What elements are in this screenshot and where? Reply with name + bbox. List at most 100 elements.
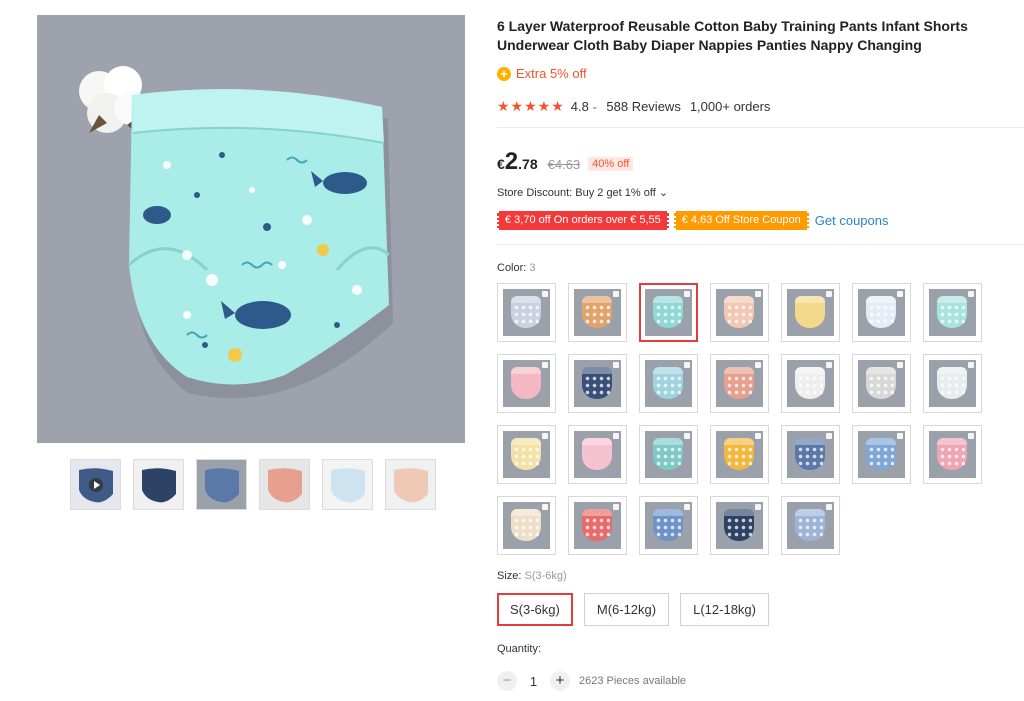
reviews-link[interactable]: 588 Reviews — [606, 99, 680, 114]
color-swatch[interactable] — [710, 354, 769, 413]
color-swatch[interactable] — [639, 496, 698, 555]
price-whole: 2 — [504, 148, 519, 175]
product-photo — [37, 15, 465, 443]
gallery-thumbnail[interactable] — [196, 459, 247, 510]
color-label-text: Color: — [497, 262, 530, 274]
color-swatch[interactable] — [568, 283, 627, 342]
swatch-image — [716, 502, 763, 549]
color-swatch[interactable] — [781, 354, 840, 413]
color-swatch[interactable] — [710, 496, 769, 555]
swatch-image — [645, 360, 692, 407]
color-swatch[interactable] — [497, 354, 556, 413]
color-swatch[interactable] — [710, 283, 769, 342]
color-swatch[interactable] — [639, 425, 698, 484]
color-swatch[interactable] — [639, 354, 698, 413]
video-thumbnail-icon — [79, 468, 113, 503]
color-label: Color: 3 — [497, 262, 536, 274]
quantity-value[interactable]: 1 — [517, 674, 550, 689]
size-option-button[interactable]: L(12-18kg) — [680, 593, 769, 626]
color-swatch[interactable] — [639, 283, 698, 342]
color-swatch-grid — [497, 283, 997, 555]
swatch-image — [787, 289, 834, 336]
gallery-thumbnail[interactable] — [259, 459, 310, 510]
swatch-image — [787, 502, 834, 549]
orders-count: 1,000+ orders — [689, 99, 771, 114]
plus-circle-icon: + — [497, 66, 511, 81]
gallery-thumbnail[interactable] — [133, 459, 184, 510]
quantity-decrease-button[interactable]: − — [497, 671, 517, 691]
swatch-image — [503, 502, 550, 549]
swatch-image — [574, 431, 621, 478]
pieces-available: 2623 Pieces available — [579, 675, 687, 687]
color-swatch[interactable] — [923, 354, 982, 413]
coupon-orders-over[interactable]: € 3,70 off On orders over € 5,55 — [497, 211, 669, 230]
divider — [497, 127, 1024, 128]
swatch-image — [929, 289, 976, 336]
size-label: Size: S(3-6kg) — [497, 570, 567, 582]
size-selected-value: S(3-6kg) — [524, 570, 567, 582]
star-rating-icon: ★★★★★ — [497, 98, 565, 114]
color-selected-value: 3 — [529, 262, 536, 274]
color-swatch[interactable] — [923, 283, 982, 342]
swatch-image — [645, 431, 692, 478]
color-swatch[interactable] — [497, 425, 556, 484]
extra-discount-text: Extra 5% off — [516, 66, 587, 81]
color-swatch[interactable] — [568, 496, 627, 555]
swatch-image — [503, 289, 550, 336]
gallery-thumbnail[interactable] — [322, 459, 373, 510]
price-row: € 2 .78 €4.63 40% off — [497, 148, 634, 176]
swatch-image — [645, 502, 692, 549]
store-discount[interactable]: Store Discount: Buy 2 get 1% off ⌄ — [497, 186, 668, 199]
chevron-down-icon[interactable]: ⌄ — [591, 101, 599, 112]
color-swatch[interactable] — [923, 425, 982, 484]
product-thumbnail-image — [394, 468, 428, 503]
gallery-thumbnail[interactable] — [385, 459, 436, 510]
color-swatch[interactable] — [497, 496, 556, 555]
swatch-image — [858, 289, 905, 336]
gallery-thumbnail[interactable] — [70, 459, 121, 510]
swatch-image — [574, 289, 621, 336]
swatch-image — [929, 431, 976, 478]
quantity-increase-button[interactable]: + — [550, 671, 570, 691]
swatch-image — [645, 289, 692, 336]
coupon-row: € 3,70 off On orders over € 5,55 € 4,63 … — [497, 211, 889, 230]
product-title: 6 Layer Waterproof Reusable Cotton Baby … — [497, 18, 968, 53]
swatch-image — [574, 360, 621, 407]
get-coupons-link[interactable]: Get coupons — [815, 213, 889, 228]
size-label-text: Size: — [497, 570, 525, 582]
rating-value[interactable]: 4.8 — [571, 99, 589, 114]
product-thumbnail-image — [268, 468, 302, 503]
swatch-image — [574, 502, 621, 549]
thumbnail-strip — [70, 459, 436, 510]
swatch-image — [858, 360, 905, 407]
swatch-image — [716, 360, 763, 407]
color-swatch[interactable] — [781, 283, 840, 342]
color-swatch[interactable] — [781, 425, 840, 484]
size-option-button[interactable]: S(3-6kg) — [497, 593, 573, 626]
main-product-image[interactable] — [37, 15, 465, 443]
original-price: €4.63 — [547, 157, 581, 172]
size-option-button[interactable]: M(6-12kg) — [583, 593, 670, 626]
color-swatch[interactable] — [781, 496, 840, 555]
color-swatch[interactable] — [568, 354, 627, 413]
divider — [497, 244, 1024, 245]
rating-row: ★★★★★ 4.8 ⌄ 588 Reviews 1,000+ orders — [497, 98, 770, 115]
color-swatch[interactable] — [497, 283, 556, 342]
color-swatch[interactable] — [852, 354, 911, 413]
coupon-store[interactable]: € 4,63 Off Store Coupon — [673, 211, 809, 230]
swatch-image — [929, 360, 976, 407]
color-swatch[interactable] — [710, 425, 769, 484]
color-swatch[interactable] — [852, 425, 911, 484]
product-thumbnail-image — [205, 468, 239, 503]
product-thumbnail-image — [331, 468, 365, 503]
color-swatch[interactable] — [852, 283, 911, 342]
quantity-stepper: − 1 + 2623 Pieces available — [497, 671, 686, 691]
color-swatch[interactable] — [568, 425, 627, 484]
currency-symbol: € — [497, 156, 505, 172]
swatch-image — [503, 360, 550, 407]
swatch-image — [858, 431, 905, 478]
discount-badge: 40% off — [588, 157, 634, 171]
swatch-image — [787, 431, 834, 478]
product-thumbnail-image — [142, 468, 176, 503]
size-options: S(3-6kg) M(6-12kg) L(12-18kg) — [497, 593, 769, 626]
